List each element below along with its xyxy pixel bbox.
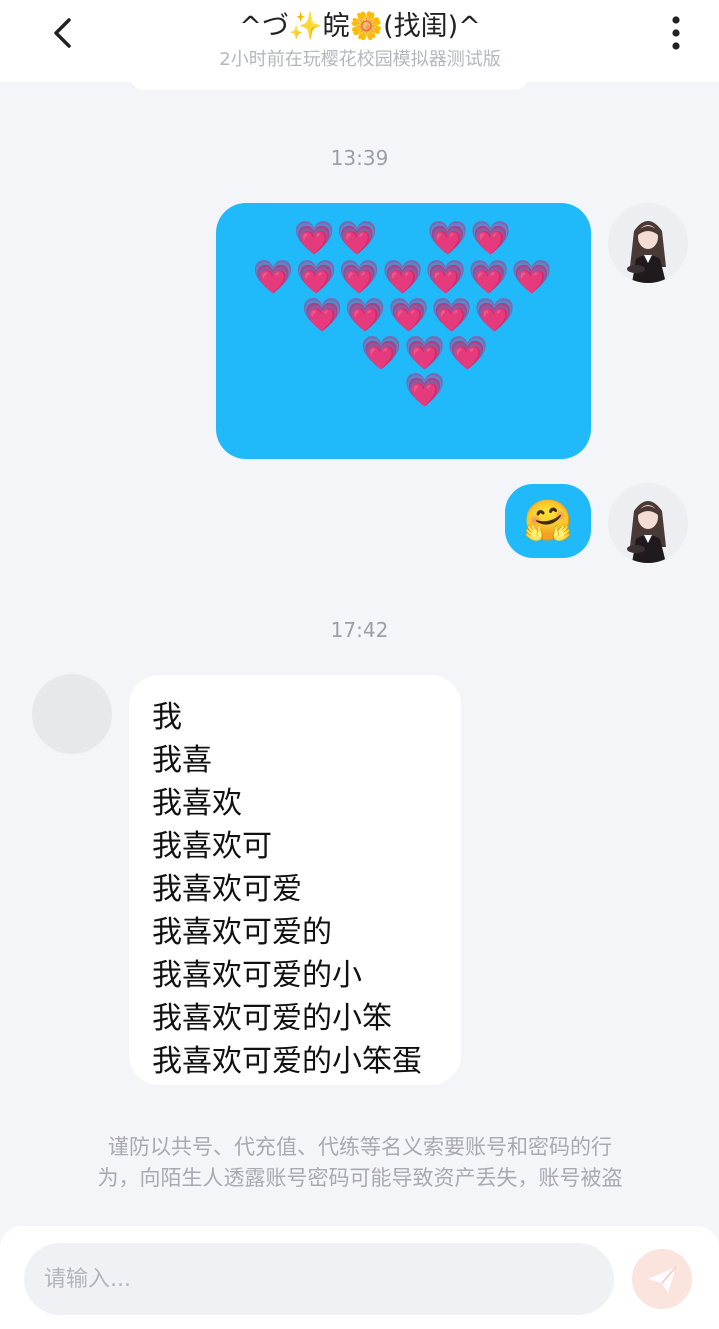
message-line: 我喜欢可爱的小笨 [152, 1001, 392, 1036]
send-button[interactable] [632, 1249, 692, 1309]
message-line: 我 [152, 700, 182, 735]
hugging-face-emoji: 🤗 [523, 498, 573, 544]
message-input[interactable] [24, 1243, 614, 1315]
header-tab [130, 74, 528, 90]
security-warning: 谨防以共号、代充值、代练等名义索要账号和密码的行 为，向陌生人透露账号密码可能导… [40, 1132, 680, 1194]
message-line: 我喜 [152, 743, 212, 778]
chat-subtitle: 2小时前在玩樱花校园模拟器测试版 [219, 49, 501, 70]
contact-avatar[interactable] [32, 674, 112, 754]
heart-row: 💗 [403, 370, 448, 409]
hearts-message: 💗💗 💗💗 💗💗💗💗💗💗💗 💗💗💗💗💗 💗💗💗 💗 [216, 203, 591, 459]
heart-row: 💗💗💗 [360, 333, 491, 372]
timestamp: 13:39 [330, 146, 389, 170]
warning-line: 为，向陌生人透露账号密码可能导致资产丢失，账号被盗 [97, 1166, 623, 1190]
message-line: 我喜欢可爱的小笨蛋 [152, 1044, 422, 1079]
paper-plane-icon [648, 1266, 677, 1293]
my-avatar[interactable] [608, 203, 688, 283]
timestamp: 17:42 [330, 618, 389, 642]
back-button[interactable] [40, 10, 86, 56]
heart-row: 💗💗💗💗💗💗💗 [252, 257, 555, 296]
anime-girl-avatar-icon [608, 483, 688, 563]
my-avatar[interactable] [608, 483, 688, 563]
warning-line: 谨防以共号、代充值、代练等名义索要账号和密码的行 [108, 1135, 612, 1159]
heart-row: 💗💗 💗💗 [293, 218, 514, 257]
more-button[interactable] [656, 10, 696, 56]
message-line: 我喜欢可爱 [152, 872, 302, 907]
message-line: 我喜欢可爱的 [152, 915, 332, 950]
anime-girl-avatar-icon [608, 203, 688, 283]
message-line: 我喜欢可 [152, 829, 272, 864]
message-line: 我喜欢可爱的小 [152, 958, 362, 993]
heart-row: 💗💗💗💗💗 [301, 295, 518, 334]
vertical-dots-icon [672, 16, 680, 50]
chat-title: ^づ✨皖🌼(找闺)^ [239, 11, 481, 42]
chevron-left-icon [54, 18, 71, 48]
message-line: 我喜欢 [152, 786, 242, 821]
